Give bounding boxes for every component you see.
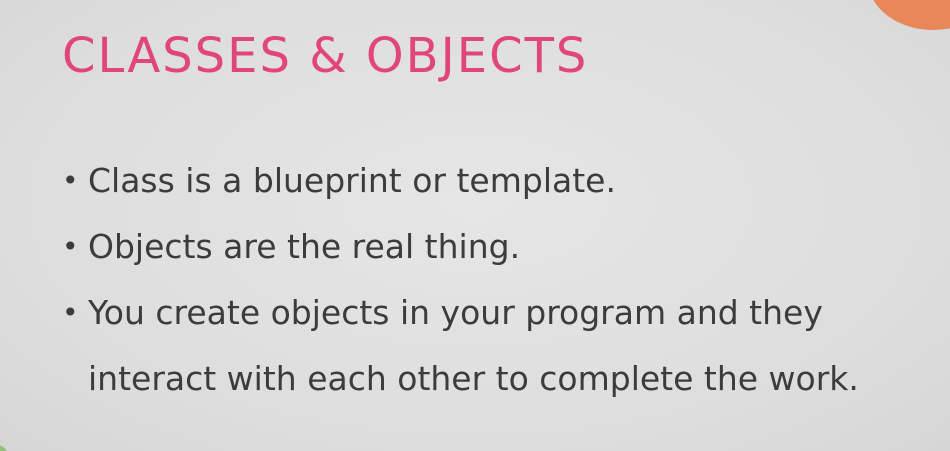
slide-title: CLASSES & OBJECTS xyxy=(62,28,589,84)
bullet-item: • Objects are the real thing. xyxy=(62,214,922,280)
bullet-text: Class is a blueprint or template. xyxy=(88,161,616,200)
decorative-corner-shape xyxy=(868,0,950,30)
bullet-dot-icon: • xyxy=(62,164,79,197)
decorative-corner-accent xyxy=(0,445,8,451)
bullet-list: • Class is a blueprint or template. • Ob… xyxy=(62,148,922,412)
bullet-text: You create objects in your program and t… xyxy=(88,293,859,398)
slide: CLASSES & OBJECTS • Class is a blueprint… xyxy=(0,0,950,451)
bullet-text: Objects are the real thing. xyxy=(88,227,521,266)
bullet-dot-icon: • xyxy=(62,230,79,263)
bullet-item: • You create objects in your program and… xyxy=(62,280,922,412)
bullet-item: • Class is a blueprint or template. xyxy=(62,148,922,214)
bullet-dot-icon: • xyxy=(62,296,79,329)
